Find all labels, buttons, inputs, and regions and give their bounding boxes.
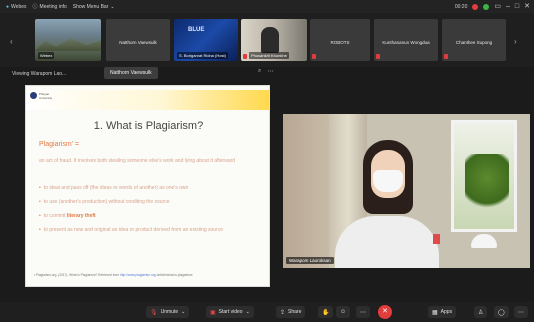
mic-muted-icon [312,54,316,59]
speaker-mask [373,170,403,192]
participant-tile[interactable]: Phusankrit Khonkhe [241,19,307,61]
unmute-button[interactable]: 🎙 Unmute ⌄ [146,306,190,318]
participant-video [261,27,279,53]
participant-tile[interactable]: Chanthee Supong [442,19,506,61]
chevron-left-icon[interactable]: ‹ [10,37,13,46]
close-icon[interactable]: ✕ [524,0,530,13]
start-video-button[interactable]: ▣ Start video ⌄ [206,306,254,318]
slide-title: 1. What is Plagiarism? [93,120,204,132]
recording-icon [472,3,479,10]
speaker-body [335,216,439,268]
bullet-item: to use (another's production) without cr… [39,198,264,206]
university-name: Phayao University [39,92,53,100]
slide-definition: an act of fraud. It involves both steali… [39,158,236,164]
apps-button[interactable]: ▦ Apps [428,306,457,318]
chat-button[interactable]: ◯ [494,306,509,318]
more-icon: ⋯ [360,309,366,316]
speaker-video[interactable]: Warapom Laoroksan [283,114,530,268]
tile-logo: BLUE [188,27,205,33]
more-panels-button[interactable]: ⋯ [514,306,528,318]
participant-tooltip: Natthorn Vaewsulk [104,67,158,79]
slide-bullets: to steal and pass off (the ideas or word… [39,184,264,240]
mic-muted-icon [376,54,380,59]
bullet-item: to steal and pass off (the ideas or word… [39,184,264,192]
participant-tile[interactable]: Kunthananun Wongdua [374,19,438,61]
participants-button[interactable]: ♙ [474,306,488,318]
slide-term: Plagiarism' = [39,141,80,148]
more-options-button[interactable]: ⋯ [356,306,370,318]
more-icon: ⋯ [518,309,524,316]
mic-off-icon: 🎙 [150,309,158,316]
chevron-down-icon: ⌄ [245,309,250,315]
video-off-icon: ▣ [210,309,216,316]
hand-icon: ✋ [322,309,330,316]
raise-hand-button[interactable]: ✋ [318,306,334,318]
participant-tile[interactable]: Natthorn Vaewsulk [106,19,170,61]
connection-icon [483,3,490,10]
participant-tile[interactable]: ROBOTS [310,19,370,61]
speaker-ribbon [433,234,440,244]
close-icon: ✕ [382,308,388,315]
app-name: ● Webex [6,3,27,10]
shared-slide: Phayao University 1. What is Plagiarism?… [25,85,270,287]
view-controls: ⌕ ⋯ [258,68,273,75]
leave-meeting-button[interactable]: ✕ [378,305,392,319]
maximize-icon[interactable]: □ [515,0,519,13]
meeting-time: 00:20 [454,3,468,10]
layout-icon[interactable]: ▭ [494,0,501,13]
reactions-button[interactable]: ☺ [336,306,351,318]
video-tree [465,154,509,214]
chevron-down-icon: ⌄ [110,3,115,10]
participant-strip: ‹ Webex Natthorn Vaewsulk BLUE S. Boriga… [0,13,534,67]
meeting-toolbar: 🎙 Unmute ⌄ ▣ Start video ⌄ ⇪ Share ✋ ☺ ⋯… [0,302,534,322]
slide-reference: • Plagiarism.org. (2017). What is Plagia… [34,273,193,277]
share-icon: ⇪ [280,309,286,316]
participant-tile[interactable]: Webex [35,19,101,61]
share-button[interactable]: ⇪ Share [276,306,306,318]
webex-meeting-window: ● Webex ⓘ Meeting info Show Menu Bar ⌄ 0… [0,0,534,322]
zoom-icon[interactable]: ⌕ [258,68,261,75]
bullet-item: to commit literary theft [39,212,264,220]
chevron-right-icon[interactable]: › [514,37,517,46]
chat-icon: ◯ [498,309,505,316]
speaker-name-label: Warapom Laoroksan [286,257,334,264]
apps-icon: ▦ [432,309,438,316]
mic-muted-icon [444,54,448,59]
bullet-item: to present as new and original an idea o… [39,226,264,234]
meeting-info-button[interactable]: ⓘ Meeting info [32,3,67,11]
info-icon: ⓘ [32,4,38,10]
more-icon[interactable]: ⋯ [267,68,273,75]
university-logo-icon [30,92,37,99]
webex-logo-icon: ● [6,3,10,10]
participant-tile[interactable]: BLUE S. Boriganrat Ridna (Host) [174,19,238,61]
titlebar-right: 00:20 ▭ – □ ✕ [455,0,530,13]
slide-header-bar [26,90,269,110]
video-lamp [471,234,497,248]
title-bar: ● Webex ⓘ Meeting info Show Menu Bar ⌄ 0… [0,0,534,13]
show-menu-bar-button[interactable]: Show Menu Bar ⌄ [73,4,115,10]
minimize-icon[interactable]: – [506,0,510,13]
chevron-down-icon: ⌄ [181,309,186,315]
smiley-icon: ☺ [340,309,347,315]
person-icon: ♙ [478,309,484,316]
mic-muted-icon [243,54,247,59]
mountain-background [35,38,101,51]
